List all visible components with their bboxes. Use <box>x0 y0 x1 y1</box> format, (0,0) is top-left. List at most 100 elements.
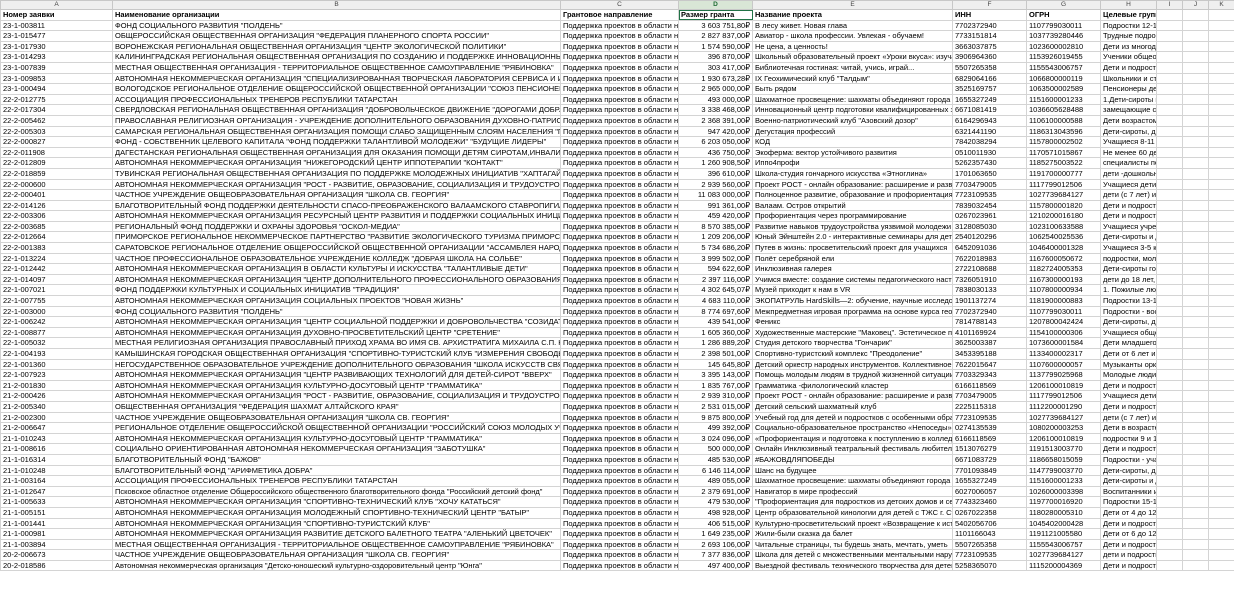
cell[interactable] <box>1182 284 1209 297</box>
column-letter-c[interactable]: C <box>560 0 679 10</box>
cell[interactable] <box>1182 242 1209 254</box>
cell[interactable] <box>1156 146 1183 159</box>
cell[interactable]: 1513076279 <box>952 443 1027 455</box>
cell[interactable] <box>1208 517 1234 530</box>
cell[interactable] <box>1156 136 1183 148</box>
cell[interactable] <box>1182 400 1209 413</box>
cell[interactable]: Художественные мастерские "Маковец". Эст… <box>752 326 953 339</box>
cell[interactable] <box>1182 136 1209 148</box>
cell[interactable]: Читальные страницы, ты будешь знать, меч… <box>752 538 953 551</box>
cell[interactable]: 439 541,00₽ <box>678 316 753 328</box>
cell[interactable] <box>1156 167 1183 180</box>
cell[interactable]: Поддержка проектов в области науки <box>560 231 679 244</box>
cell[interactable] <box>1182 220 1209 233</box>
cell[interactable] <box>1156 40 1183 53</box>
header-cell[interactable]: Наименование организации <box>112 9 561 21</box>
cell[interactable] <box>1182 464 1209 477</box>
cell[interactable]: В лесу живет. Новая глава <box>752 19 953 32</box>
cell[interactable] <box>1182 72 1209 85</box>
cell[interactable] <box>1182 40 1209 53</box>
cell[interactable]: 1185275003522 <box>1026 157 1101 169</box>
header-cell[interactable]: Размер гранта <box>678 9 753 21</box>
cell[interactable]: АССОЦИАЦИЯ ПРОФЕССИОНАЛЬНЫХ ТРЕНЕРОВ РЕС… <box>112 475 561 487</box>
cell[interactable]: #БАЖОВДЛЯПОБЕДЫ <box>752 453 953 466</box>
cell[interactable] <box>1182 19 1209 32</box>
cell[interactable]: АССОЦИАЦИЯ ПРОФЕССИОНАЛЬНЫХ ТРЕНЕРОВ РЕС… <box>112 93 561 106</box>
header-cell[interactable] <box>1208 9 1234 21</box>
cell[interactable] <box>1182 496 1209 508</box>
cell[interactable] <box>1208 231 1234 244</box>
cell[interactable]: 1107600000057 <box>1026 358 1101 371</box>
cell[interactable]: 479 530,00₽ <box>678 496 753 508</box>
cell[interactable]: 1157800002502 <box>1026 136 1101 148</box>
cell[interactable]: Поддержка проектов в области науки <box>560 284 679 297</box>
cell[interactable]: 22-2-000600 <box>0 178 113 191</box>
cell[interactable]: Дети-сироты, дети, оставшиеся без попече… <box>1100 125 1157 138</box>
cell[interactable]: Проект РОСТ - онлайн образование: расшир… <box>752 178 953 191</box>
cell[interactable]: САРАТОВСКОЕ РЕГИОНАЛЬНОЕ ОТДЕЛЕНИЕ ОБЩЕР… <box>112 242 561 254</box>
cell[interactable]: 1154100000306 <box>1026 326 1101 339</box>
cell[interactable]: 21-1-005633 <box>0 496 113 508</box>
cell[interactable]: Валаам. Остров открытий <box>752 199 953 212</box>
cell[interactable] <box>1208 305 1234 318</box>
cell[interactable]: 3 024 096,00₽ <box>678 432 753 445</box>
cell[interactable] <box>1208 157 1234 169</box>
column-letter-g[interactable]: G <box>1026 0 1101 10</box>
cell[interactable]: Поддержка проектов в области науки <box>560 337 679 349</box>
cell[interactable] <box>1156 189 1183 201</box>
cell[interactable] <box>1208 284 1234 297</box>
cell[interactable]: Поддержка проектов в области науки <box>560 358 679 371</box>
cell[interactable]: Шахматное просвещение: шахматы объединяю… <box>752 93 953 106</box>
cell[interactable]: 22-2-000401 <box>0 189 113 201</box>
cell[interactable] <box>1208 61 1234 74</box>
cell[interactable]: 1073600001584 <box>1026 337 1101 349</box>
cell[interactable]: 459 420,00₽ <box>678 210 753 222</box>
cell[interactable]: ФОНД СОЦИАЛЬНОГО РАЗВИТИЯ "ПОЛДЕНЬ" <box>112 305 561 318</box>
cell[interactable]: 489 055,00₽ <box>678 475 753 487</box>
cell[interactable]: 500 000,00₽ <box>678 443 753 455</box>
cell[interactable] <box>1208 496 1234 508</box>
cell[interactable]: 406 515,00₽ <box>678 517 753 530</box>
cell[interactable] <box>1208 83 1234 95</box>
cell[interactable]: Поддержка проектов в области науки <box>560 475 679 487</box>
cell[interactable] <box>1182 125 1209 138</box>
cell[interactable]: 22-1-014097 <box>0 273 113 286</box>
cell[interactable]: Учащиеся общеобразовательных учреждений <box>1100 326 1157 339</box>
cell[interactable]: 6321441190 <box>952 125 1027 138</box>
cell[interactable] <box>1156 443 1183 455</box>
cell[interactable]: 1 649 235,00₽ <box>678 528 753 540</box>
cell[interactable] <box>1208 125 1234 138</box>
cell[interactable]: Шанс на будущее <box>752 464 953 477</box>
cell[interactable]: Дети и подростки,Дети-сироты и дети, ост… <box>1100 559 1157 572</box>
cell[interactable]: 947 420,00₽ <box>678 125 753 138</box>
cell[interactable] <box>1208 104 1234 116</box>
cell[interactable] <box>1156 369 1183 381</box>
cell[interactable] <box>1182 453 1209 466</box>
cell[interactable]: Школа-студия гончарного искусства «Этног… <box>752 167 953 180</box>
cell[interactable]: Поддержка проектов в области науки <box>560 167 679 180</box>
cell[interactable] <box>1156 390 1183 402</box>
cell[interactable]: 1107799030011 <box>1026 19 1101 32</box>
cell[interactable] <box>1182 61 1209 74</box>
cell[interactable]: 498 928,00₽ <box>678 506 753 519</box>
cell[interactable]: Дети-сироты и дети, оставшиеся без попеч… <box>1100 231 1157 244</box>
cell[interactable]: Поддержка проектов в области науки <box>560 263 679 275</box>
cell[interactable]: РЕГИОНАЛЬНЫЙ ФОНД ПОДДЕРЖКИ И ОХРАНЫ ЗДО… <box>112 220 561 233</box>
cell[interactable] <box>1182 114 1209 127</box>
cell[interactable]: 4 302 645,07₽ <box>678 284 753 297</box>
cell[interactable]: Учащиеся дети, оставшиеся без попечения <box>1100 390 1157 402</box>
cell[interactable]: Поддержка проектов в области науки <box>560 549 679 561</box>
cell[interactable] <box>1208 337 1234 349</box>
cell[interactable]: 21-1-016314 <box>0 453 113 466</box>
cell[interactable] <box>1182 506 1209 519</box>
cell[interactable]: 21-1-012647 <box>0 485 113 498</box>
cell[interactable]: БЛАГОТВОРИТЕЛЬНЫЙ ФОНД "АРИФМЕТИКА ДОБРА… <box>112 464 561 477</box>
cell[interactable]: 2 379 691,00₽ <box>678 485 753 498</box>
cell[interactable]: 2 693 106,00₽ <box>678 538 753 551</box>
cell[interactable]: 7702372940 <box>952 305 1027 318</box>
cell[interactable] <box>1208 400 1234 413</box>
cell[interactable]: 1181900000883 <box>1026 295 1101 307</box>
column-letter-h[interactable]: H <box>1100 0 1157 10</box>
cell[interactable]: 4101169924 <box>952 326 1027 339</box>
cell[interactable]: 1155543006757 <box>1026 61 1101 74</box>
